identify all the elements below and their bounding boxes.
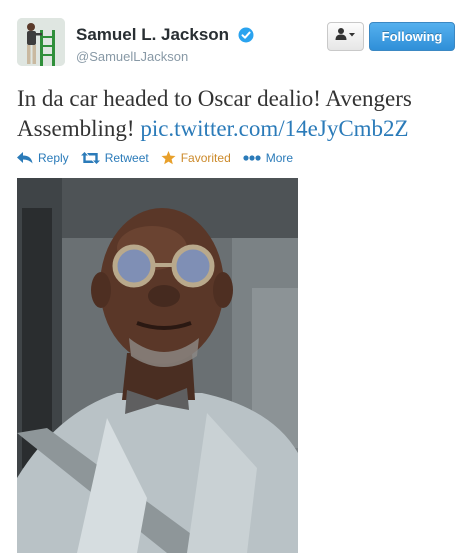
retweet-label: Retweet (104, 151, 149, 165)
following-button[interactable]: Following (369, 22, 455, 51)
more-label: More (265, 151, 294, 165)
more-button[interactable]: More (243, 151, 293, 165)
user-screen-name[interactable]: @SamuelLJackson (76, 49, 254, 64)
avatar[interactable] (17, 18, 65, 66)
favorite-button[interactable]: Favorited (161, 151, 231, 165)
user-dropdown-button[interactable] (327, 22, 364, 51)
tweet-actions: Reply Retweet Favorited More (17, 148, 305, 168)
reply-button[interactable]: Reply (17, 151, 69, 165)
retweet-button[interactable]: Retweet (80, 151, 149, 165)
tweet-media-link[interactable]: pic.twitter.com/14eJyCmb2Z (140, 116, 408, 141)
retweet-icon (80, 152, 100, 164)
verified-badge-icon (238, 27, 254, 43)
tweet-text: In da car headed to Oscar dealio! Avenge… (17, 84, 457, 144)
user-fullname[interactable]: Samuel L. Jackson (76, 25, 229, 45)
more-dots-icon (243, 155, 261, 161)
star-icon (161, 151, 176, 165)
user-names: Samuel L. Jackson @SamuelLJackson (76, 25, 254, 64)
favorited-label: Favorited (180, 151, 231, 165)
user-dropdown-icon (335, 27, 357, 46)
reply-label: Reply (38, 151, 69, 165)
reply-icon (17, 152, 33, 164)
tweet-photo[interactable] (17, 178, 298, 553)
